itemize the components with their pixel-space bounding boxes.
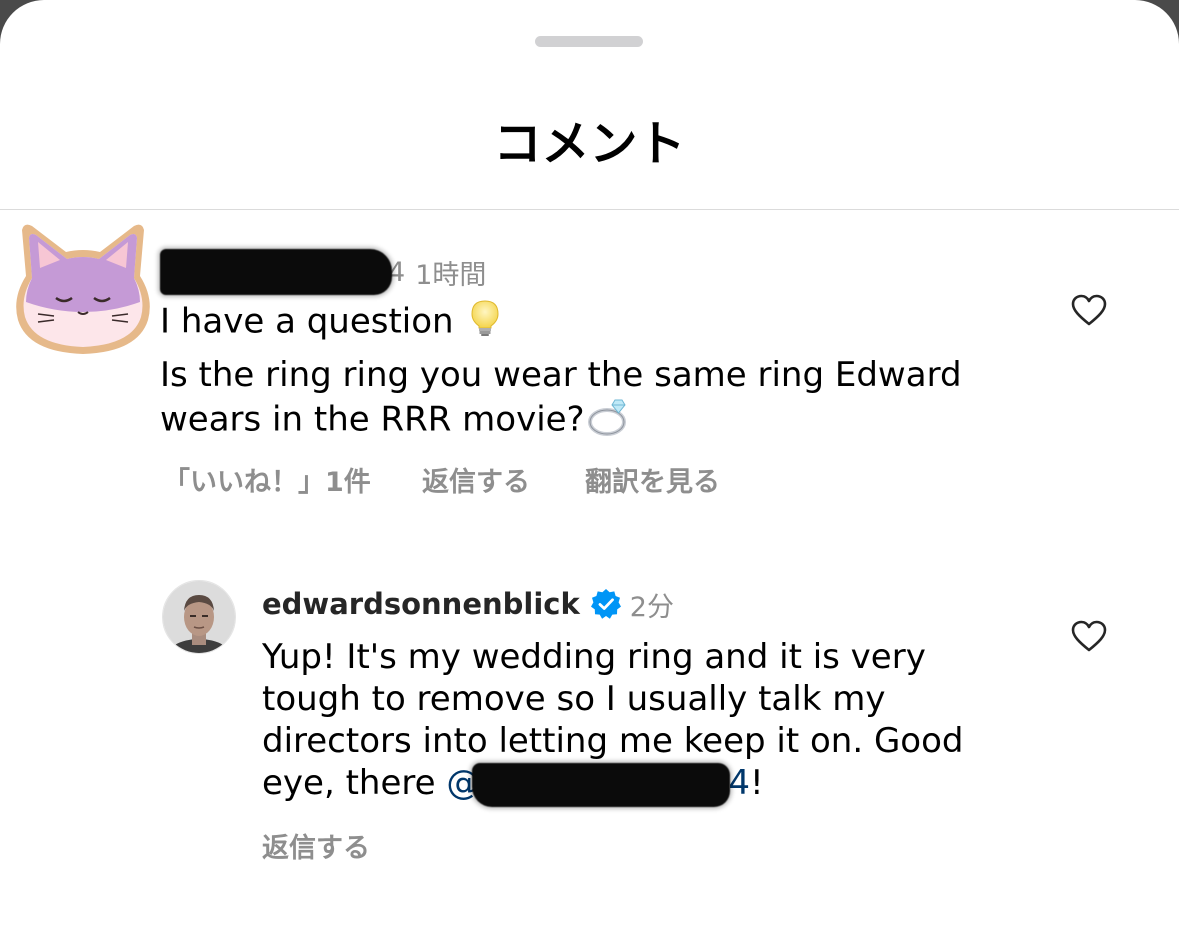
sheet-title: コメント	[493, 116, 686, 172]
redacted-mention	[472, 762, 731, 807]
comment-header: 4 1時間	[160, 247, 486, 297]
username[interactable]: edwardsonnenblick	[262, 587, 580, 621]
verified-badge-icon	[590, 589, 621, 619]
sheet-grabber[interactable]	[535, 36, 643, 47]
lightbulb-emoji	[470, 299, 500, 347]
mention-link[interactable]: @4	[446, 762, 750, 807]
mention-suffix: 4	[728, 763, 750, 803]
comment-text-line: eye, there @4!	[262, 762, 764, 807]
reply-button[interactable]: 返信する	[422, 460, 530, 499]
comment-text: !	[749, 763, 764, 803]
comment-text: wears in the RRR movie?	[160, 399, 585, 440]
comment-text: Yup! It's my wedding ring and it is very	[262, 637, 926, 677]
redacted-username[interactable]	[160, 249, 392, 295]
heart-outline-icon[interactable]	[1071, 294, 1107, 327]
translate-button[interactable]: 翻訳を見る	[585, 460, 720, 499]
comment-text: directors into letting me keep it on. Go…	[262, 721, 964, 761]
comments-sheet: コメント 4 1時間 I have a question Is the ring…	[0, 0, 1179, 936]
comment-text: I have a question	[160, 301, 454, 342]
comment-text-line: wears in the RRR movie?	[160, 396, 629, 446]
reply-button[interactable]: 返信する	[262, 826, 370, 865]
comment-text: tough to remove so I usually talk my	[262, 679, 886, 719]
avatar[interactable]	[162, 580, 236, 654]
avatar[interactable]	[8, 216, 158, 358]
comment-timestamp: 1時間	[415, 259, 487, 291]
comment-text: eye, there	[262, 763, 436, 803]
comment-timestamp: 2分	[629, 591, 674, 623]
comment-text-line: I have a question	[160, 299, 500, 347]
comment-text: Is the ring ring you wear the same ring …	[160, 355, 962, 395]
like-count[interactable]: 「いいね！」1件	[163, 460, 371, 499]
heart-outline-icon[interactable]	[1071, 620, 1107, 653]
ring-emoji	[587, 396, 629, 446]
comment-header: edwardsonnenblick 2分	[262, 584, 674, 624]
header-divider	[0, 209, 1179, 210]
